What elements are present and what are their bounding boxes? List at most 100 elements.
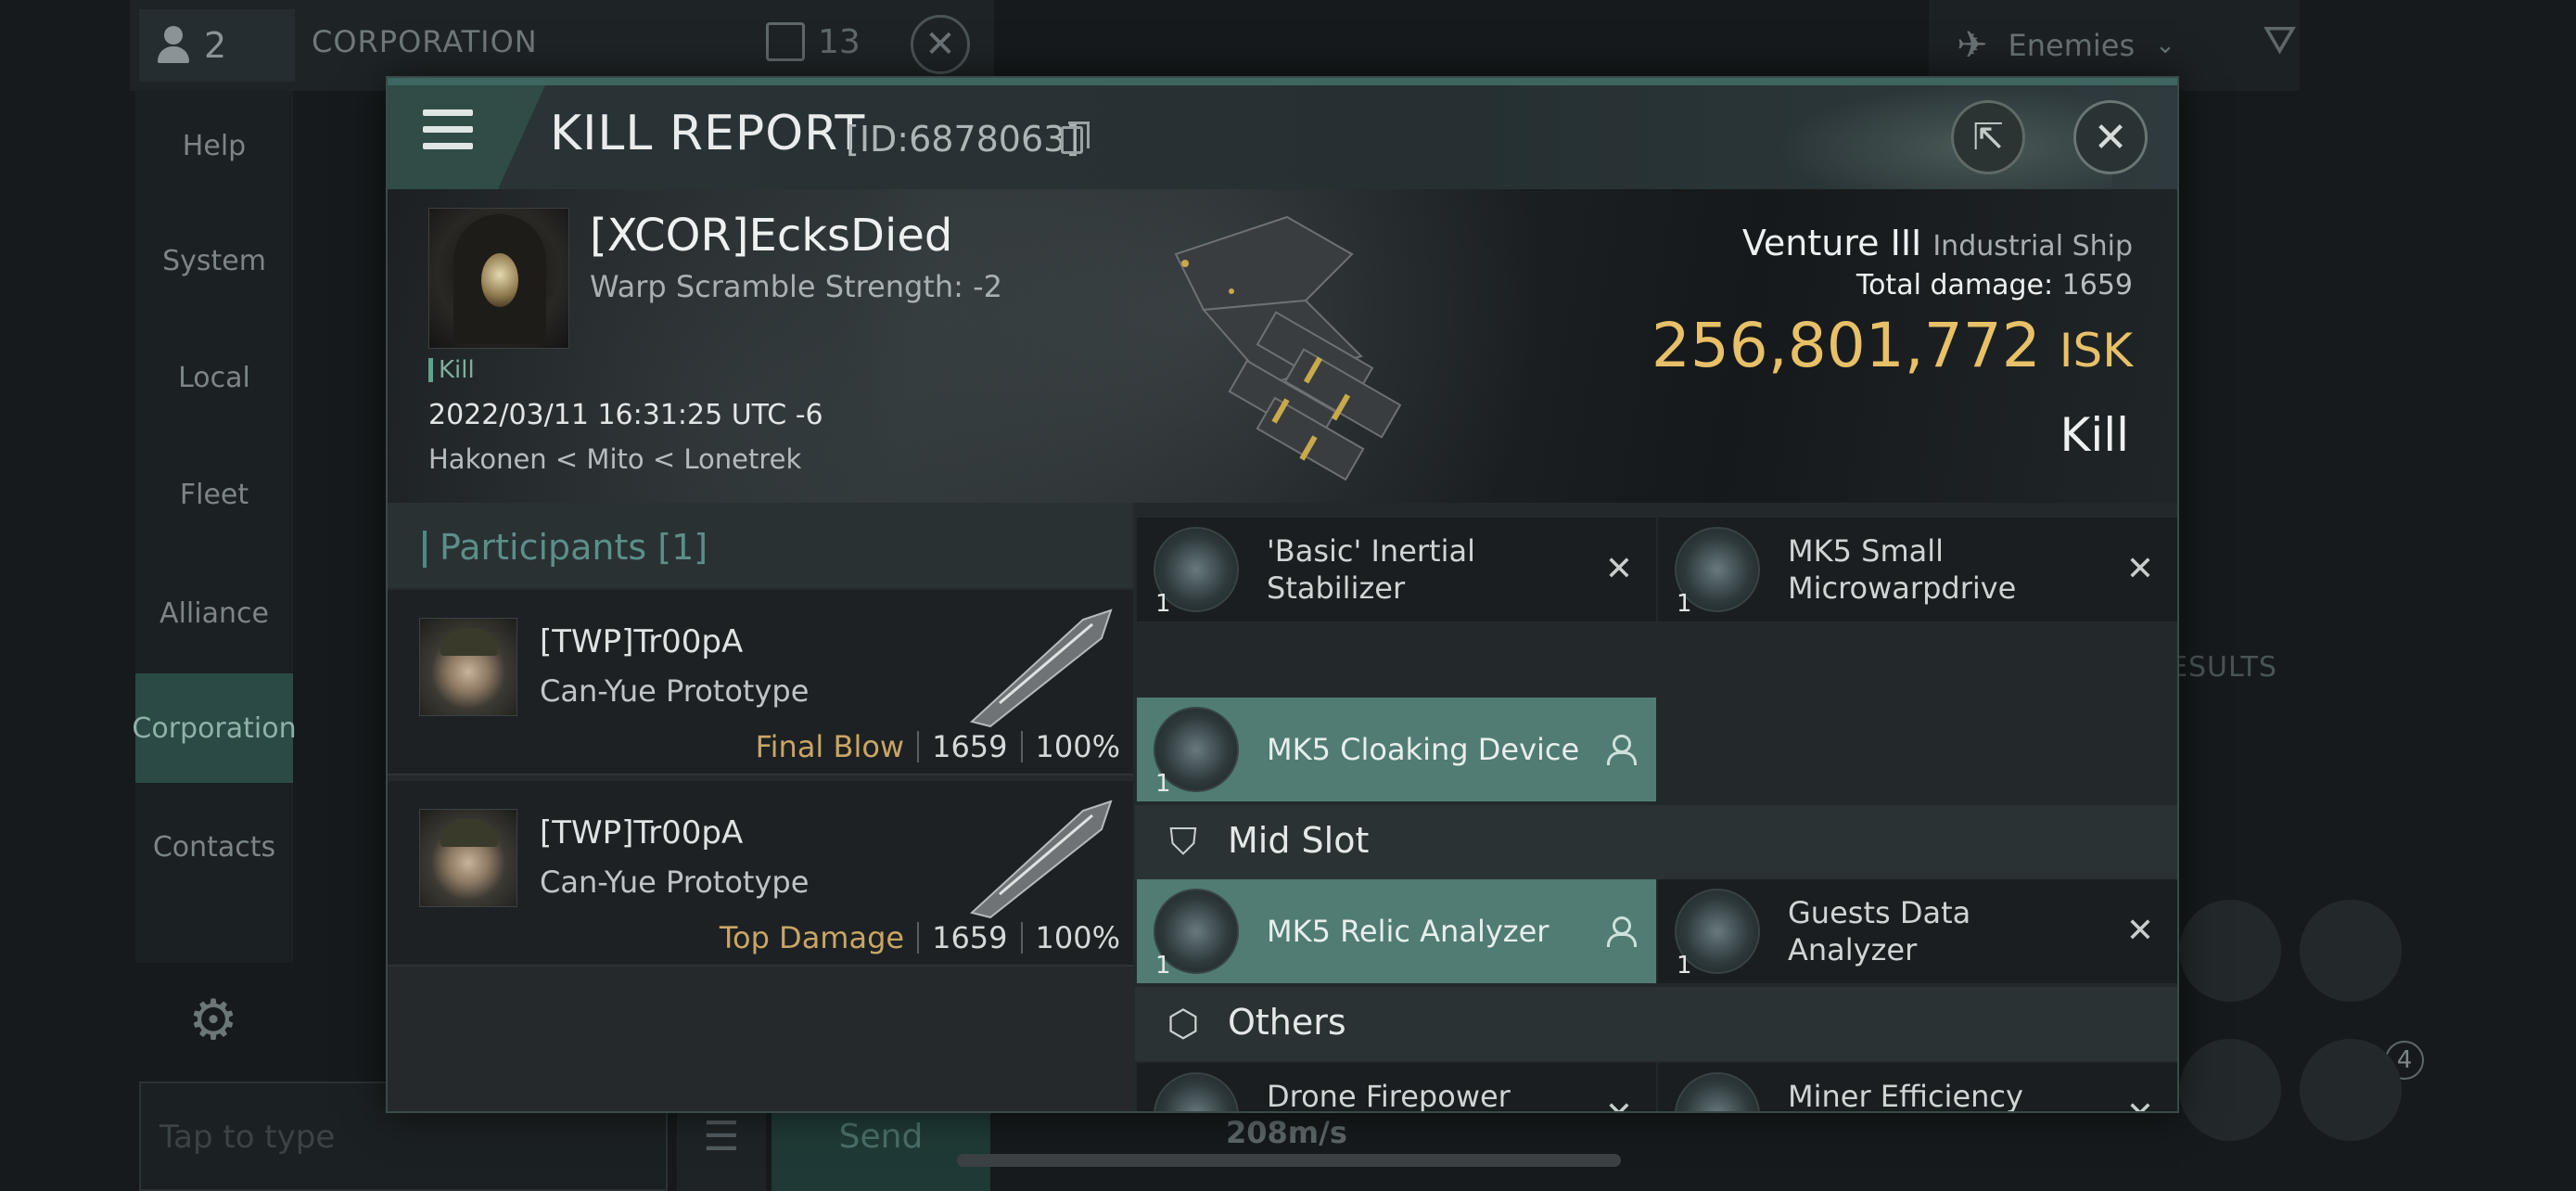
hud-module-slot[interactable] (2179, 900, 2281, 1002)
list-icon: ☰ (703, 1112, 740, 1160)
module-name: Drone Firepower Augmentor... (1267, 1079, 1511, 1113)
participant-percent: 100% (1035, 729, 1120, 764)
hamburger-icon[interactable] (423, 109, 473, 150)
victim-portrait[interactable] (428, 208, 569, 349)
module-item[interactable]: 1 MK5 Small Microwarpdrive ✕ (1658, 518, 2177, 621)
person-icon (156, 26, 191, 65)
module-qty: 1 (1677, 590, 1692, 618)
total-damage-label: Total damage: (1855, 269, 2054, 301)
hud-module-slot[interactable] (2179, 1039, 2281, 1141)
panel-top-accent (388, 78, 2177, 85)
destroyed-icon: ✕ (2125, 912, 2155, 950)
module-item[interactable]: 1 'Basic' Inertial Stabilizer ✕ (1137, 518, 1656, 621)
participants-panel: Participants [1] [TWP]Tr00pA Can-Yue Pro… (388, 503, 1133, 1111)
mid-slot-label: Mid Slot (1228, 820, 1370, 861)
ship-name[interactable]: Venture III Industrial Ship (1742, 223, 2133, 263)
others-header: ⬡ Others (1135, 987, 2177, 1061)
mid-slot-header: ⛉ Mid Slot (1135, 805, 2177, 879)
report-id: [ID:6878063] (846, 119, 1080, 160)
victim-name[interactable]: [XCOR]EcksDied (590, 210, 952, 262)
sidebar-item-help[interactable]: Help (135, 91, 293, 200)
channel-name: CORPORATION (312, 24, 538, 59)
speed-readout: 208m/s (1226, 1115, 1347, 1150)
module-name: Miner Efficiency Upgrade I (1788, 1079, 2023, 1113)
home-indicator (957, 1154, 1621, 1167)
participant-stats: Final Blow 1659 100% (756, 729, 1120, 764)
ship-image[interactable] (1120, 198, 1463, 486)
copy-icon[interactable] (1061, 122, 1090, 154)
sidebar-item-local[interactable]: Local (135, 323, 293, 432)
participant-percent: 100% (1035, 920, 1120, 955)
enemies-filter[interactable]: ✈ Enemies ⌄ (1957, 9, 2175, 82)
module-item[interactable]: 1 Drone Firepower Augmentor... ✕ (1137, 1063, 1656, 1113)
chat-sidebar: Help System Local Fleet Alliance Corpora… (132, 91, 297, 963)
module-name: MK5 Small Microwarpdrive (1788, 533, 2017, 606)
participants-title: Participants [1] (440, 527, 708, 568)
kill-timestamp: 2022/03/11 16:31:25 UTC -6 (428, 399, 823, 431)
pilot-name: [TWP]Tr00pA (540, 814, 744, 852)
pilot-ship: Can-Yue Prototype (540, 864, 810, 900)
kill-tag-bar (428, 358, 433, 382)
pilot-portrait[interactable] (419, 618, 517, 716)
close-icon: ✕ (925, 23, 956, 66)
pilot-ship: Can-Yue Prototype (540, 673, 810, 709)
module-qty: 1 (1155, 770, 1171, 798)
external-link-icon: ⇱ (1972, 116, 2004, 159)
total-damage-value: 1659 (2061, 269, 2133, 301)
message-icon (766, 22, 805, 61)
close-button[interactable]: ✕ (2073, 100, 2148, 174)
module-item[interactable]: 1 Guests Data Analyzer ✕ (1658, 879, 2177, 983)
participant-stats: Top Damage 1659 100% (720, 920, 1120, 955)
others-label: Others (1228, 1002, 1346, 1043)
hud-module-slot[interactable] (2300, 1039, 2402, 1141)
module-name: MK5 Relic Analyzer (1267, 914, 1549, 949)
total-damage: Total damage: 1659 (1856, 269, 2133, 301)
page-title: KILL REPORT (550, 106, 866, 161)
sidebar-item-system[interactable]: System (135, 206, 293, 315)
drone-augmentor-icon (1154, 1072, 1239, 1111)
participant-damage: 1659 (932, 729, 1008, 764)
share-button[interactable]: ⇱ (1951, 100, 2025, 174)
dropped-person-icon (1600, 731, 1638, 768)
sidebar-item-corporation[interactable]: Corporation (132, 673, 297, 783)
miner-upgrade-icon (1675, 1072, 1760, 1111)
module-qty: 1 (1677, 952, 1692, 980)
destroyed-icon: ✕ (1604, 550, 1634, 588)
hud-module-slot[interactable] (2300, 900, 2402, 1002)
enemies-label: Enemies (2008, 28, 2136, 63)
member-count: 2 (204, 25, 227, 66)
message-count[interactable]: 13 (766, 22, 861, 61)
chat-close-button[interactable]: ✕ (911, 15, 970, 74)
sidebar-item-alliance[interactable]: Alliance (135, 558, 293, 668)
kill-tag: Kill (428, 356, 475, 384)
close-icon: ✕ (2093, 113, 2128, 161)
module-item[interactable]: 1 MK5 Cloaking Device (1137, 698, 1656, 801)
kill-report-panel: KILL REPORT [ID:6878063] ⇱ ✕ [XCOR]EcksD… (386, 76, 2179, 1113)
module-qty: 1 (1155, 952, 1171, 980)
top-damage-label: Top Damage (719, 920, 905, 955)
destroyed-icon: ✕ (2125, 550, 2155, 588)
sidebar-item-fleet[interactable]: Fleet (135, 440, 293, 549)
ship-name-value: Venture III (1741, 223, 1922, 263)
results-text: ESULTS (2170, 651, 2277, 684)
header-decoration (1779, 85, 2112, 189)
chevron-down-icon: ⌄ (2155, 32, 2175, 59)
pilot-portrait[interactable] (419, 809, 517, 907)
members-button[interactable]: 2 (139, 9, 295, 82)
isk-value: 256,801,772 ISK (1651, 310, 2133, 381)
module-name: 'Basic' Inertial Stabilizer (1267, 533, 1475, 606)
module-item[interactable]: 1 Miner Efficiency Upgrade I ✕ (1658, 1063, 2177, 1113)
mid-slot-icon: ⛉ (1169, 821, 1197, 864)
weapon-icon (969, 608, 1113, 728)
participant-damage: 1659 (932, 920, 1008, 955)
kill-location[interactable]: Hakonen < Mito < Lonetrek (428, 443, 801, 475)
modules-panel: 1 'Basic' Inertial Stabilizer ✕ 1 MK5 Sm… (1135, 503, 2177, 1113)
module-item[interactable]: 1 MK5 Relic Analyzer (1137, 879, 1656, 983)
sidebar-item-contacts[interactable]: Contacts (135, 792, 293, 902)
participant-row[interactable]: [TWP]Tr00pA Can-Yue Prototype Final Blow… (388, 590, 1133, 775)
message-count-value: 13 (818, 22, 861, 61)
filter-icon[interactable]: ⛛ (2263, 17, 2297, 64)
gear-icon[interactable]: ⚙ (184, 991, 243, 1050)
participant-row[interactable]: [TWP]Tr00pA Can-Yue Prototype Top Damage… (388, 781, 1133, 967)
module-qty: 1 (1155, 590, 1171, 618)
